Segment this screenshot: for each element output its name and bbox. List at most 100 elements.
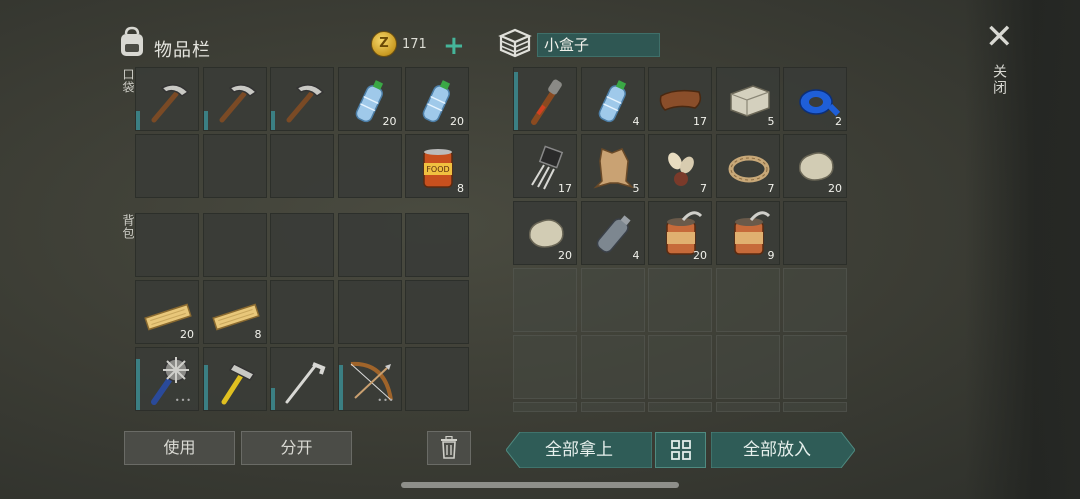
item-count: 8	[254, 328, 262, 341]
durability-bar	[203, 111, 208, 130]
take-all-button[interactable]: 全部拿上	[506, 432, 652, 468]
empty-slot[interactable]	[270, 134, 334, 198]
put-all-button[interactable]: 全部放入	[711, 432, 843, 468]
empty-slot[interactable]	[715, 335, 780, 399]
slot-more-indicator: •••	[174, 396, 192, 405]
slot-stone-block[interactable]: 5	[715, 67, 780, 131]
empty-slot[interactable]	[405, 347, 469, 411]
empty-slot[interactable]	[783, 268, 847, 332]
durability-bar	[136, 111, 140, 130]
item-count: 7	[700, 182, 707, 195]
durability-bar	[514, 72, 518, 130]
empty-slot[interactable]	[715, 268, 780, 332]
empty-slot[interactable]	[202, 213, 267, 277]
slot-torch[interactable]	[513, 67, 577, 131]
durability-bar	[271, 388, 275, 410]
slot-seeds[interactable]: 7	[648, 134, 712, 198]
slot-stone[interactable]: 20	[513, 201, 577, 265]
slot-plank[interactable]: 20	[135, 280, 199, 344]
slot-bow[interactable]: •••	[337, 347, 402, 411]
empty-slot[interactable]	[337, 280, 402, 344]
item-count: 20	[382, 115, 397, 128]
slot-hammer[interactable]	[202, 347, 267, 411]
empty-slot[interactable]	[337, 213, 402, 277]
item-count: 20	[450, 115, 464, 128]
close-label[interactable]: 关闭	[989, 64, 1009, 96]
home-indicator[interactable]	[401, 482, 679, 488]
item-count: 20	[693, 249, 707, 262]
empty-slot[interactable]	[783, 402, 847, 412]
durability-bar	[338, 365, 343, 410]
slot-hoe[interactable]	[270, 347, 334, 411]
slot-animal-hide[interactable]: 5	[580, 134, 645, 198]
slot-empty-bottle[interactable]: 4	[580, 201, 645, 265]
item-count: 5	[767, 115, 775, 128]
hoe-icon	[285, 362, 326, 404]
pickaxe-icon	[151, 84, 190, 123]
right-shade	[965, 0, 1080, 499]
slot-spiked-club[interactable]: •••	[135, 347, 199, 411]
durability-bar	[271, 111, 275, 130]
item-count: 20	[558, 249, 572, 262]
empty-slot[interactable]	[270, 213, 334, 277]
empty-slot[interactable]	[270, 280, 334, 344]
item-count: 20	[828, 182, 842, 195]
empty-slot[interactable]	[513, 335, 577, 399]
empty-slot[interactable]	[513, 402, 577, 412]
item-count: 5	[632, 182, 640, 195]
slot-pickaxe[interactable]	[202, 67, 267, 131]
slot-stone[interactable]: 20	[783, 134, 847, 198]
empty-slot[interactable]	[783, 335, 847, 399]
box-icon	[497, 26, 533, 58]
item-count: 9	[767, 249, 775, 262]
slot-rope[interactable]: 7	[715, 134, 780, 198]
empty-slot[interactable]	[513, 268, 577, 332]
empty-slot[interactable]	[715, 402, 780, 412]
hammer-icon	[221, 363, 255, 405]
durability-bar	[203, 365, 208, 410]
slot-water-bottle[interactable]: 20	[337, 67, 402, 131]
close-icon[interactable]: ✕	[985, 20, 1014, 54]
slot-water-bottle[interactable]: 20	[405, 67, 469, 131]
inventory-title: 物品栏	[154, 40, 211, 61]
add-coins-button[interactable]: +	[443, 33, 465, 59]
item-count: 17	[558, 182, 572, 195]
empty-slot[interactable]	[648, 402, 712, 412]
empty-slot[interactable]	[405, 280, 469, 344]
slot-plank[interactable]: 8	[202, 280, 267, 344]
slot-canned-food[interactable]: FOOD 8	[405, 134, 469, 198]
container-name-field[interactable]: 小盒子	[537, 33, 660, 57]
item-count: 2	[835, 115, 842, 128]
slot-water-bottle[interactable]: 4	[580, 67, 645, 131]
empty-slot[interactable]	[648, 268, 712, 332]
empty-slot[interactable]	[337, 134, 402, 198]
empty-slot[interactable]	[135, 213, 199, 277]
use-button[interactable]: 使用	[124, 431, 235, 465]
slot-pickaxe[interactable]	[135, 67, 199, 131]
slot-open-can[interactable]: 20	[648, 201, 712, 265]
durability-bar	[136, 359, 140, 410]
item-count: 8	[457, 182, 464, 195]
empty-slot[interactable]	[580, 402, 645, 412]
trash-button[interactable]	[427, 431, 471, 465]
split-button[interactable]: 分开	[241, 431, 352, 465]
pickaxe-icon	[219, 84, 257, 123]
grid-sort-icon	[671, 440, 691, 460]
item-count: 17	[693, 115, 707, 128]
slot-pickaxe[interactable]	[270, 67, 334, 131]
empty-slot[interactable]	[202, 134, 267, 198]
empty-slot[interactable]	[135, 134, 199, 198]
empty-slot[interactable]	[783, 201, 847, 265]
empty-slot[interactable]	[580, 335, 645, 399]
empty-slot[interactable]	[580, 268, 645, 332]
trash-icon	[441, 435, 457, 459]
sort-button[interactable]	[655, 432, 706, 468]
slot-open-can[interactable]: 9	[715, 201, 780, 265]
empty-slot[interactable]	[648, 335, 712, 399]
empty-slot[interactable]	[405, 213, 469, 277]
slot-leather[interactable]: 17	[648, 67, 712, 131]
slot-transistor[interactable]: 17	[513, 134, 577, 198]
pickaxe-icon	[286, 84, 325, 123]
slot-duct-tape[interactable]: 2	[783, 67, 847, 131]
item-count: 7	[767, 182, 775, 195]
